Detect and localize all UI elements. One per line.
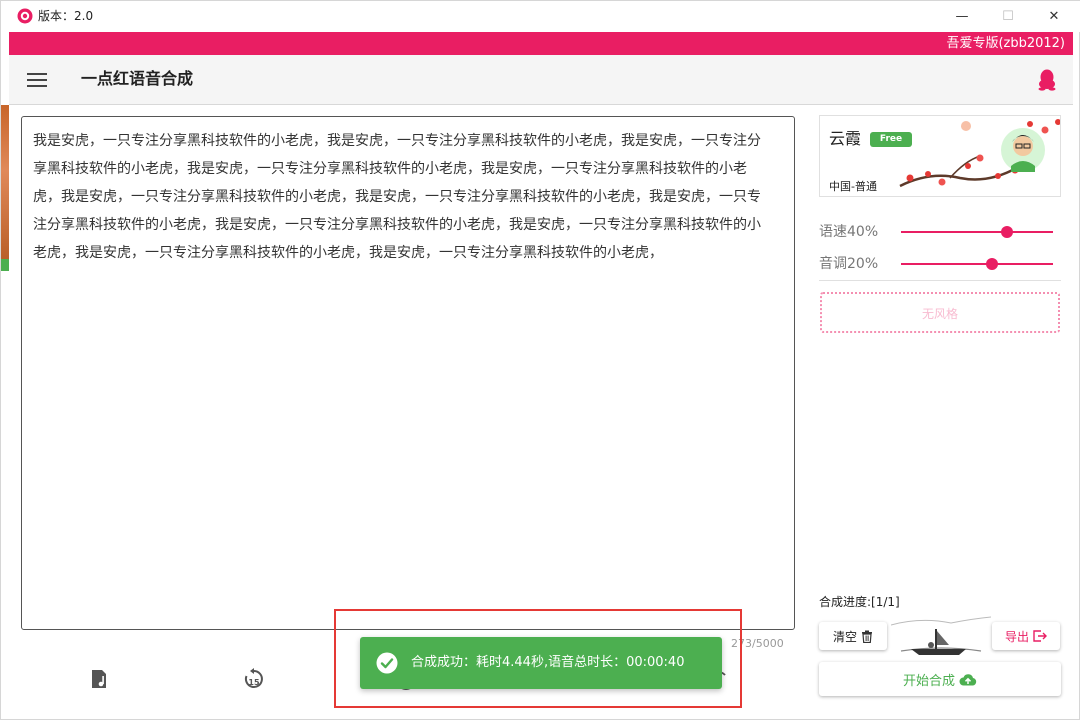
cloud-upload-icon	[959, 673, 977, 685]
voice-selector-card[interactable]: 云霞 Free 中国-普通	[819, 115, 1061, 197]
pitch-slider-track[interactable]	[901, 263, 1053, 265]
window-title: 版本：2.0	[38, 9, 94, 23]
clear-button-label: 清空	[832, 629, 857, 644]
music-file-icon[interactable]	[87, 667, 111, 691]
boat-decoration-image	[891, 616, 991, 655]
voice-region: 中国-普通	[829, 180, 877, 193]
start-button-label: 开始合成	[902, 673, 955, 689]
export-icon	[1033, 630, 1047, 642]
speed-slider-thumb[interactable]	[1001, 226, 1013, 238]
qq-penguin-icon[interactable]	[1038, 69, 1056, 91]
app-bar: 一点红语音合成	[9, 55, 1073, 105]
maximize-button[interactable]: ☐	[985, 1, 1031, 32]
voice-name: 云霞	[829, 129, 862, 148]
background-window-sliver-green	[1, 259, 9, 271]
title-bar: 版本：2.0 — ☐ ✕	[1, 1, 1080, 32]
text-input-area[interactable]: 我是安虎，一只专注分享黑科技软件的小老虎，我是安虎，一只专注分享黑科技软件的小老…	[21, 116, 795, 630]
style-placeholder: 无风格	[921, 307, 958, 321]
hamburger-menu-icon[interactable]	[27, 72, 47, 88]
app-window: 版本：2.0 — ☐ ✕ 吾爱专版(zbb2012) 一点红语音合成 我是安虎，…	[0, 0, 1080, 720]
svg-text:15: 15	[248, 678, 260, 687]
banner-text: 吾爱专版(zbb2012)	[946, 36, 1065, 51]
background-window-sliver	[1, 105, 9, 270]
divider	[819, 280, 1061, 281]
style-selector[interactable]: 无风格	[820, 292, 1060, 333]
highlight-annotation-box	[334, 609, 742, 708]
pitch-label: 音调20%	[819, 256, 879, 272]
export-button-label: 导出	[1004, 629, 1029, 644]
speed-slider-track[interactable]	[901, 231, 1053, 233]
close-button[interactable]: ✕	[1031, 1, 1077, 32]
pitch-slider-thumb[interactable]	[986, 258, 998, 270]
trash-icon	[862, 630, 872, 643]
speed-label: 语速40%	[819, 224, 879, 240]
voice-card-artwork	[899, 119, 1060, 188]
start-synthesis-button[interactable]: 开始合成	[819, 662, 1061, 696]
export-button[interactable]: 导出	[992, 622, 1060, 650]
app-title: 一点红语音合成	[81, 69, 194, 88]
minimize-button[interactable]: —	[939, 1, 985, 32]
app-logo-icon	[17, 8, 33, 24]
free-badge: Free	[870, 132, 912, 147]
clear-button[interactable]: 清空	[819, 622, 887, 650]
replay-15-icon[interactable]: 15	[242, 667, 266, 691]
input-text[interactable]: 我是安虎，一只专注分享黑科技软件的小老虎，我是安虎，一只专注分享黑科技软件的小老…	[33, 127, 773, 267]
synthesis-progress: 合成进度:[1/1]	[819, 595, 900, 609]
top-banner: 吾爱专版(zbb2012)	[9, 32, 1073, 55]
